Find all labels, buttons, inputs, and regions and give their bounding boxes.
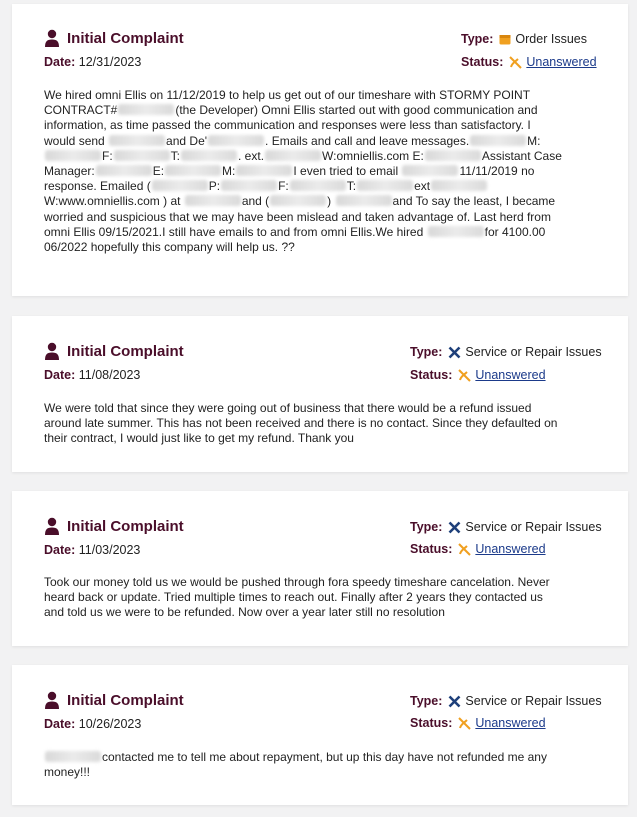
complaint-date: Date: 10/26/2023 [44,717,141,731]
complaint-type: Type: Service or Repair Issues [410,345,602,359]
complaint-status: Status: Unanswered [410,542,546,556]
complaint-status: Status: Unanswered [410,716,546,730]
complaint-body: contacted me to tell me about repayment,… [44,750,547,780]
date-label: Date: [44,543,76,557]
tools-icon [448,521,461,534]
date-value: 12/31/2023 [78,55,142,69]
status-label: Status: [410,542,453,556]
status-label: Status: [461,55,504,69]
complaint-card: Initial Complaint Date: 11/08/2023 Type:… [12,316,628,472]
redacted-text [424,149,481,161]
complaint-status: Status: Unanswered [461,55,597,69]
complaint-card: Initial Complaint Date: 10/26/2023 Type:… [12,665,628,805]
type-label: Type: [461,32,494,46]
redacted-text [221,180,278,192]
complaint-body: We were told that since they were going … [44,401,558,446]
complaint-date: Date: 11/03/2023 [44,543,140,557]
complaint-body: Took our money told us we would be pushe… [44,575,550,620]
tools-icon [448,695,461,708]
redacted-text [208,134,265,146]
complaint-card: Initial Complaint Date: 12/31/2023 Type:… [12,4,628,296]
redacted-text [181,149,238,161]
date-value: 11/03/2023 [78,543,141,557]
complaint-title: Initial Complaint [67,29,184,47]
complaint-header: Initial Complaint [44,691,184,709]
complaint-header: Initial Complaint [44,342,184,360]
redacted-text [265,149,322,161]
redacted-text [335,195,392,207]
redacted-text [427,225,484,237]
unanswered-icon [458,716,472,730]
person-icon [45,342,59,360]
complaint-type: Type: Service or Repair Issues [410,694,602,708]
redacted-text [431,180,488,192]
status-link[interactable]: Unanswered [526,55,596,69]
redacted-text [45,149,101,161]
complaint-date: Date: 12/31/2023 [44,55,141,69]
complaint-header: Initial Complaint [44,517,184,535]
complaint-status: Status: Unanswered [410,368,546,382]
redacted-text [184,195,241,207]
status-label: Status: [410,716,453,730]
redacted-text [118,104,175,116]
unanswered-icon [458,368,472,382]
date-value: 10/26/2023 [78,717,142,731]
redacted-text [470,134,527,146]
type-value: Order Issues [515,32,587,46]
redacted-text [95,165,152,177]
complaint-title: Initial Complaint [67,342,184,360]
redacted-text [165,165,222,177]
unanswered-icon [509,55,523,69]
redacted-text [236,165,293,177]
complaint-type: Type: Service or Repair Issues [410,520,602,534]
date-label: Date: [44,55,76,69]
redacted-text [402,165,459,177]
unanswered-icon [458,542,472,556]
complaint-title: Initial Complaint [67,691,184,709]
complaint-header: Initial Complaint [44,29,184,47]
person-icon [45,691,59,709]
type-label: Type: [410,345,443,359]
status-label: Status: [410,368,453,382]
type-label: Type: [410,520,443,534]
complaint-type: Type: Order Issues [461,32,587,46]
date-value: 11/08/2023 [78,368,141,382]
tools-icon [448,346,461,359]
box-icon [499,33,511,45]
type-value: Service or Repair Issues [465,694,602,708]
redacted-text [109,134,166,146]
complaint-title: Initial Complaint [67,517,184,535]
person-icon [45,517,59,535]
status-link[interactable]: Unanswered [475,368,545,382]
redacted-text [270,195,327,207]
redacted-text [45,751,101,762]
status-link[interactable]: Unanswered [475,542,545,556]
complaint-body: We hired omni Ellis on 11/12/2019 to hel… [44,88,562,255]
person-icon [45,29,59,47]
date-label: Date: [44,717,76,731]
redacted-text [289,180,346,192]
type-value: Service or Repair Issues [465,520,602,534]
status-link[interactable]: Unanswered [475,716,545,730]
date-label: Date: [44,368,76,382]
complaint-card: Initial Complaint Date: 11/03/2023 Type:… [12,491,628,646]
redacted-text [113,149,170,161]
type-value: Service or Repair Issues [465,345,602,359]
complaint-date: Date: 11/08/2023 [44,368,140,382]
type-label: Type: [410,694,443,708]
redacted-text [151,180,208,192]
redacted-text [357,180,414,192]
